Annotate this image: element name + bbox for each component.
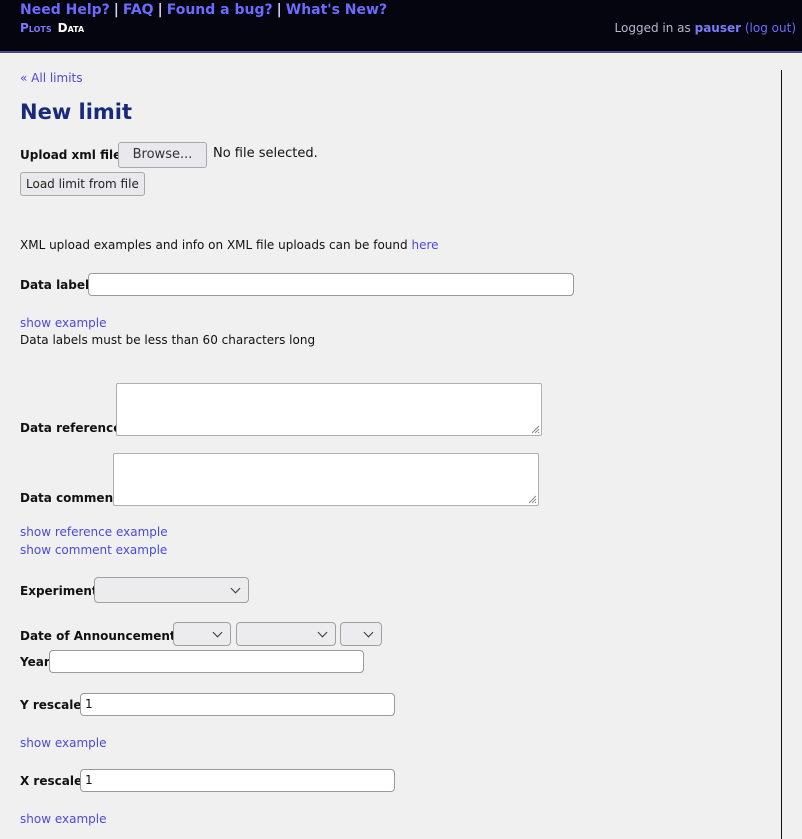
x-rescale-label: X rescale [20, 774, 83, 788]
x-rescale-show-example-link[interactable]: show example [20, 812, 106, 826]
upload-xml-label: Upload xml file [20, 148, 122, 162]
year-input[interactable] [49, 650, 364, 673]
experiment-select[interactable] [94, 577, 249, 603]
data-label-input[interactable] [88, 273, 574, 296]
browse-button[interactable]: Browse... [118, 142, 207, 168]
resize-grip-icon[interactable] [531, 425, 540, 434]
nav-data-link[interactable]: Data [58, 21, 85, 35]
announcement-year-select[interactable] [340, 622, 382, 646]
content-right-border [781, 70, 782, 839]
x-rescale-input[interactable]: 1 [80, 769, 395, 792]
found-a-bug-link[interactable]: Found a bug? [167, 2, 273, 18]
login-prefix: Logged in as [614, 21, 691, 35]
data-label-show-example-link[interactable]: show example [20, 316, 106, 330]
top-header-bar: Need Help? | FAQ | Found a bug? | What's New? … [0, 0, 802, 53]
whats-new-link[interactable]: What's New? [286, 2, 387, 18]
data-reference-textarea[interactable] [116, 383, 542, 436]
help-links-row: Need Help? | FAQ | Found a bug? | What's New? [20, 2, 387, 18]
xml-info-sentence: XML upload examples and info on XML file… [20, 238, 408, 252]
chevron-down-icon [230, 583, 241, 594]
chevron-down-icon [212, 627, 223, 638]
chevron-down-icon [317, 627, 328, 638]
y-rescale-label: Y rescale [20, 698, 82, 712]
y-rescale-show-example-link[interactable]: show example [20, 736, 106, 750]
main-nav: Plots Data [20, 21, 84, 35]
data-label-length-note: Data labels must be less than 60 charact… [20, 333, 316, 347]
date-of-announcement-label: Date of Announcement [20, 629, 176, 643]
nav-plots-link[interactable]: Plots [20, 21, 52, 35]
file-status-text: No file selected. [213, 146, 318, 161]
resize-grip-icon[interactable] [528, 495, 537, 504]
data-reference-label: Data reference [20, 421, 122, 435]
login-status: Logged in as pauser (log out) [615, 21, 796, 35]
separator: | [276, 2, 282, 18]
xml-info-text: XML upload examples and info on XML file… [20, 238, 439, 252]
chevron-down-icon [363, 627, 374, 638]
announcement-day-select[interactable] [173, 622, 231, 646]
year-label: Year [20, 655, 50, 669]
separator: | [113, 2, 119, 18]
experiment-label: Experiment [20, 584, 98, 598]
load-limit-from-file-button[interactable]: Load limit from file [20, 172, 145, 196]
data-comment-textarea[interactable] [113, 453, 539, 506]
announcement-month-select[interactable] [236, 622, 336, 646]
need-help-link[interactable]: Need Help? [20, 2, 110, 18]
data-comment-label: Data comment [20, 491, 119, 505]
data-label-label: Data label [20, 278, 90, 292]
faq-link[interactable]: FAQ [123, 2, 154, 18]
xml-info-here-link[interactable]: here [411, 238, 438, 252]
page-title: New limit [20, 100, 133, 124]
y-rescale-input[interactable]: 1 [80, 693, 395, 716]
show-reference-example-link[interactable]: show reference example [20, 525, 168, 539]
separator: | [157, 2, 163, 18]
show-comment-example-link[interactable]: show comment example [20, 543, 167, 557]
all-limits-breadcrumb[interactable]: « All limits [20, 71, 83, 85]
logout-link[interactable]: (log out) [745, 21, 796, 35]
username-link[interactable]: pauser [695, 21, 741, 35]
